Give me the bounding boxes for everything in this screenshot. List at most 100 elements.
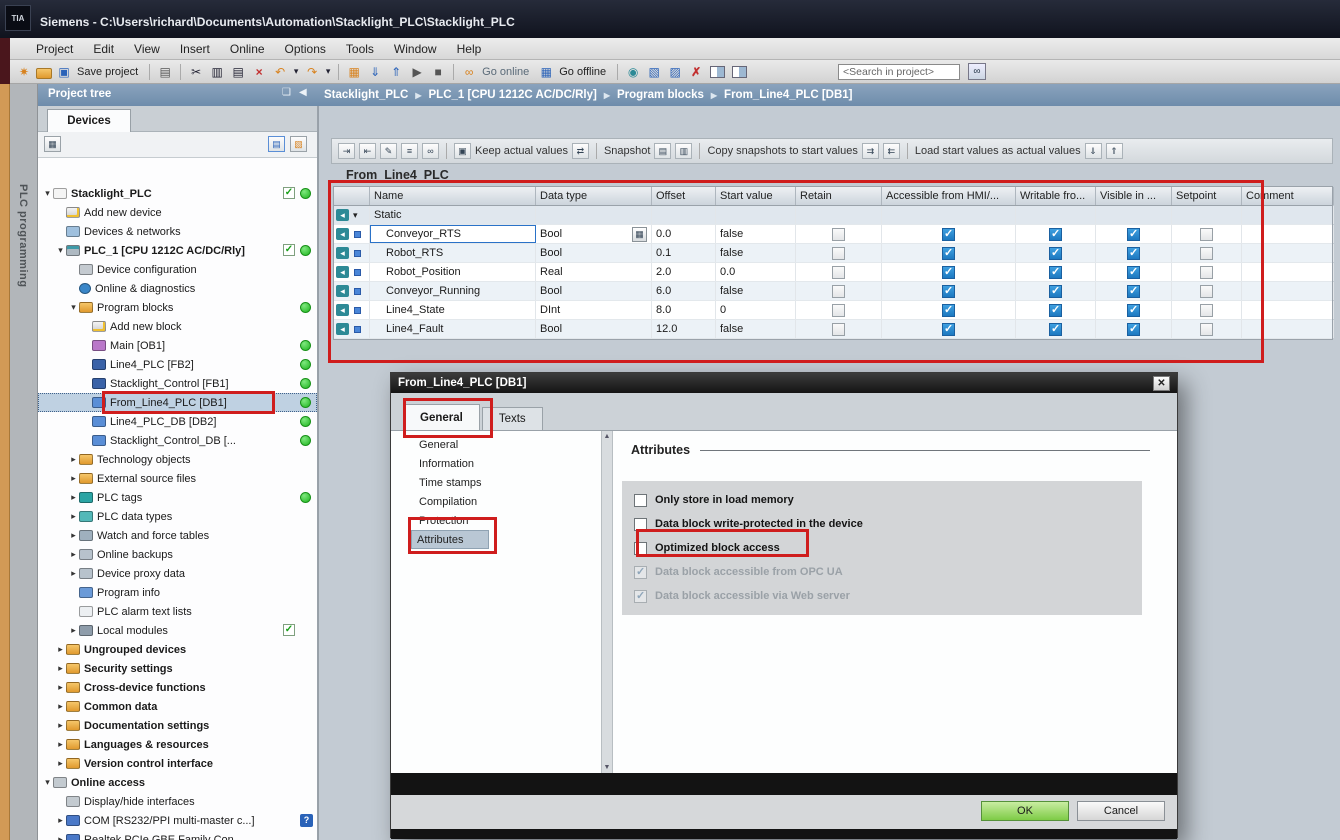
keep-actual-values-icon[interactable]: ▣ xyxy=(454,143,471,159)
search-input[interactable] xyxy=(839,66,959,78)
db-row-conveyor-running[interactable]: ◂Conveyor_RunningBool6.0false xyxy=(334,282,1332,301)
expander-icon[interactable]: ▸ xyxy=(68,454,79,465)
data-type-picker-button[interactable]: ▦ xyxy=(632,227,647,242)
tree-view-icon[interactable]: ▦ xyxy=(44,136,61,152)
project-library-search-icon[interactable]: ∞ xyxy=(968,63,986,80)
tree-item-stacklight-plc[interactable]: ▾Stacklight_PLC✓ xyxy=(38,184,317,203)
tree-item-from-line4-plc-db1[interactable]: From_Line4_PLC [DB1] xyxy=(38,393,317,412)
tree-item-device-proxy-data[interactable]: ▸Device proxy data xyxy=(38,564,317,583)
menu-item-window[interactable]: Window xyxy=(384,42,447,56)
tree-item-realtek-pcie-gbe-family-con[interactable]: ▸Realtek PCIe GBE Family Con... xyxy=(38,830,317,840)
details-view-icon[interactable]: ▤ xyxy=(268,136,285,152)
attr-option-only-store-in-load-memory[interactable]: Only store in load memory xyxy=(622,488,1142,512)
retain-checkbox[interactable] xyxy=(832,247,845,260)
split-editor-horizontal-icon[interactable] xyxy=(710,66,725,78)
cell-data-type[interactable]: Bool xyxy=(536,282,652,300)
tree-item-program-info[interactable]: Program info xyxy=(38,583,317,602)
scroll-down-icon[interactable]: ▼ xyxy=(604,764,611,771)
go-offline-icon[interactable]: ▦ xyxy=(537,63,555,80)
expander-icon[interactable]: ▸ xyxy=(55,663,66,674)
accessible-from-hmi-checkbox[interactable] xyxy=(942,285,955,298)
cell-start-value[interactable]: false xyxy=(716,320,796,338)
cell-start-value[interactable] xyxy=(716,206,796,224)
tree-item-line4-plc-fb2[interactable]: Line4_PLC [FB2] xyxy=(38,355,317,374)
column-header-name[interactable]: Name xyxy=(370,187,536,205)
cell-name[interactable]: Robot_Position xyxy=(370,263,536,281)
writable-from-hmi-checkbox[interactable] xyxy=(1049,285,1062,298)
paste-icon[interactable]: ▤ xyxy=(229,63,247,80)
setpoint-checkbox[interactable] xyxy=(1200,304,1213,317)
writable-from-hmi-checkbox[interactable] xyxy=(1049,266,1062,279)
load-start-icon-2[interactable]: ⇑ xyxy=(1106,143,1123,159)
expander-icon[interactable]: ▸ xyxy=(55,720,66,731)
save-project-button[interactable]: Save project xyxy=(77,66,138,78)
retain-checkbox[interactable] xyxy=(832,228,845,241)
writable-from-hmi-checkbox[interactable] xyxy=(1049,304,1062,317)
static-expander-icon[interactable]: ▾ xyxy=(353,210,358,221)
insert-row-icon[interactable]: ⇥ xyxy=(338,143,355,159)
print-icon[interactable]: ▤ xyxy=(156,63,174,80)
accessible-from-hmi-checkbox[interactable] xyxy=(942,247,955,260)
visible-in-hmi-checkbox[interactable] xyxy=(1127,304,1140,317)
redo-icon[interactable]: ↷ xyxy=(303,63,321,80)
attr-option-data-block-accessible-from-opc-ua[interactable]: Data block accessible from OPC UA xyxy=(622,560,1142,584)
expander-icon[interactable]: ▸ xyxy=(68,625,79,636)
diagnostics-icon[interactable]: ◉ xyxy=(624,63,642,80)
attr-option-optimized-block-access[interactable]: Optimized block access xyxy=(622,536,1142,560)
expander-icon[interactable]: ▸ xyxy=(55,739,66,750)
auto-collapse-icon[interactable]: ❏ xyxy=(282,87,291,98)
attr-option-data-block-write-protected-in-the-device[interactable]: Data block write-protected in the device xyxy=(622,512,1142,536)
menu-item-options[interactable]: Options xyxy=(275,42,336,56)
breadcrumb-item-from-line4-plc-db1[interactable]: From_Line4_PLC [DB1] xyxy=(724,89,852,101)
menu-item-online[interactable]: Online xyxy=(220,42,275,56)
setpoint-checkbox[interactable] xyxy=(1200,228,1213,241)
writable-from-hmi-checkbox[interactable] xyxy=(1049,323,1062,336)
tree-item-add-new-device[interactable]: Add new device xyxy=(38,203,317,222)
remove-window-icon[interactable]: ✗ xyxy=(687,63,705,80)
db-row-line4-fault[interactable]: ◂Line4_FaultBool12.0false xyxy=(334,320,1332,339)
plc-programming-side-tab[interactable]: PLC programming xyxy=(10,84,38,840)
column-header-visible-in[interactable]: Visible in ... xyxy=(1096,187,1172,205)
compile-icon[interactable]: ▦ xyxy=(345,63,363,80)
go-online-button[interactable]: Go online xyxy=(482,66,529,78)
tree-item-local-modules[interactable]: ▸Local modules✓ xyxy=(38,621,317,640)
expander-icon[interactable]: ▸ xyxy=(55,815,66,826)
copy-icon[interactable]: ▥ xyxy=(208,63,226,80)
dialog-nav-attributes[interactable]: Attributes xyxy=(411,530,489,549)
cell-data-type[interactable]: Real xyxy=(536,263,652,281)
close-icon[interactable]: ✕ xyxy=(1153,376,1170,391)
tree-item-cross-device-functions[interactable]: ▸Cross-device functions xyxy=(38,678,317,697)
scroll-up-icon[interactable]: ▲ xyxy=(604,433,611,440)
retain-checkbox[interactable] xyxy=(832,323,845,336)
keep-actual-values-button[interactable]: Keep actual values xyxy=(475,145,568,157)
column-header-start-value[interactable]: Start value xyxy=(716,187,796,205)
cell-comment[interactable] xyxy=(1242,282,1334,300)
snapshot-button[interactable]: Snapshot xyxy=(604,145,650,157)
optimized-block-access-checkbox[interactable] xyxy=(634,542,647,555)
cell-comment[interactable] xyxy=(1242,301,1334,319)
cell-data-type[interactable]: Bool xyxy=(536,244,652,262)
db-row-robot-rts[interactable]: ◂Robot_RTSBool0.1false xyxy=(334,244,1332,263)
cut-icon[interactable]: ✂ xyxy=(187,63,205,80)
db-row-robot-position[interactable]: ◂Robot_PositionReal2.00.0 xyxy=(334,263,1332,282)
tree-item-device-configuration[interactable]: Device configuration xyxy=(38,260,317,279)
update-interface-icon[interactable]: ≡ xyxy=(401,143,418,159)
snapshot-icon-1[interactable]: ▤ xyxy=(654,143,671,159)
tree-item-devices-networks[interactable]: Devices & networks xyxy=(38,222,317,241)
expander-icon[interactable]: ▸ xyxy=(68,492,79,503)
expander-icon[interactable]: ▸ xyxy=(55,644,66,655)
save-project-icon[interactable]: ▣ xyxy=(55,63,73,80)
undo-icon[interactable]: ↶ xyxy=(271,63,289,80)
open-project-icon[interactable] xyxy=(36,68,52,79)
load-start-values-button[interactable]: Load start values as actual values xyxy=(915,145,1081,157)
call-structure-icon[interactable]: ▨ xyxy=(666,63,684,80)
menu-item-edit[interactable]: Edit xyxy=(83,42,124,56)
collapse-panel-icon[interactable]: ◀ xyxy=(299,87,307,98)
visible-in-hmi-checkbox[interactable] xyxy=(1127,228,1140,241)
expander-icon[interactable]: ▸ xyxy=(55,701,66,712)
cell-name[interactable]: Static xyxy=(370,206,536,224)
tree-item-plc-tags[interactable]: ▸PLC tags xyxy=(38,488,317,507)
cell-comment[interactable] xyxy=(1242,263,1334,281)
setpoint-checkbox[interactable] xyxy=(1200,247,1213,260)
tree-item-plc-alarm-text-lists[interactable]: PLC alarm text lists xyxy=(38,602,317,621)
